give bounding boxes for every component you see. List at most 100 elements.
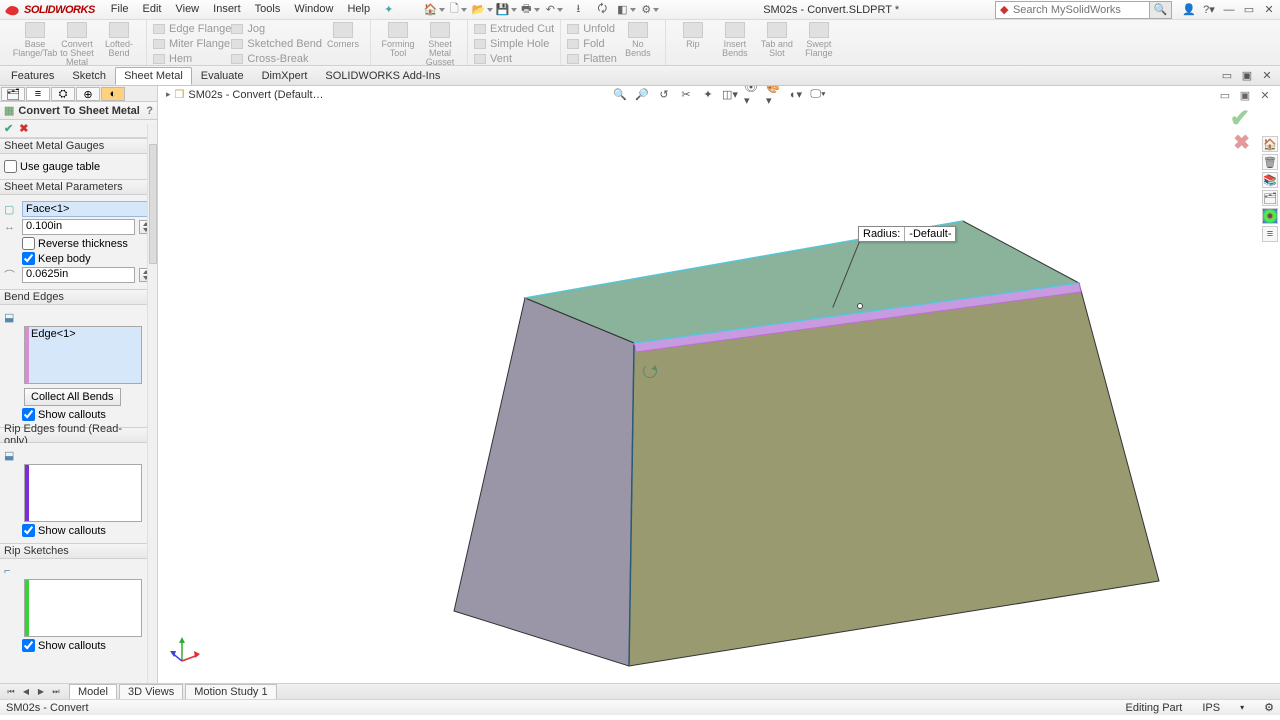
menu-help[interactable]: Help — [341, 1, 376, 18]
thickness-input[interactable]: 0.100in — [22, 219, 135, 235]
print-icon[interactable]: 🖶 — [521, 1, 539, 19]
doc-max-icon[interactable]: ▣ — [1240, 69, 1254, 83]
undo-icon[interactable]: ↶ — [545, 1, 563, 19]
unfold-button[interactable]: Unfold — [567, 22, 617, 36]
home-pane-icon[interactable]: 🏠 — [1262, 136, 1278, 152]
motion-study-tab[interactable]: Motion Study 1 — [185, 684, 276, 699]
doc-close-icon[interactable]: ✕ — [1260, 69, 1274, 83]
tab-dimxpert[interactable]: DimXpert — [253, 67, 317, 85]
radius-callout[interactable]: Radius: -Default- — [858, 226, 956, 242]
confirm-corner-ok[interactable]: ✔ — [1230, 104, 1250, 133]
collect-bends-button[interactable]: Collect All Bends — [24, 388, 121, 406]
vp-close-icon[interactable]: ✕ — [1258, 88, 1272, 102]
sketched-bend-button[interactable]: Sketched Bend — [231, 37, 322, 51]
forming-tool-button[interactable]: Forming Tool — [377, 20, 419, 58]
close-button[interactable]: ✕ — [1262, 3, 1276, 17]
tab-evaluate[interactable]: Evaluate — [192, 67, 253, 85]
corners-button[interactable]: Corners — [322, 20, 364, 49]
vp-tile-icon[interactable]: ▭ — [1218, 88, 1232, 102]
minimize-button[interactable]: — — [1222, 3, 1236, 17]
section-bend-header[interactable]: Bend Edges⌃ — [0, 289, 157, 305]
use-gauge-checkbox[interactable]: Use gauge table — [4, 160, 100, 173]
model-tab[interactable]: Model — [69, 684, 117, 699]
flyout-tree[interactable]: ▸ ❒ SM02s - Convert (Default… — [166, 88, 324, 101]
explorer-pane-icon[interactable]: 🗂 — [1262, 190, 1278, 206]
edge-flange-button[interactable]: Edge Flange — [153, 22, 231, 36]
hem-button[interactable]: Hem — [153, 52, 231, 66]
tab-sheet-metal[interactable]: Sheet Metal — [115, 67, 192, 85]
scene-icon[interactable]: ◐▾ — [788, 86, 804, 102]
tab-slot-button[interactable]: Tab and Slot — [756, 20, 798, 58]
sketch-show-callouts-checkbox[interactable]: Show callouts — [22, 639, 106, 652]
display-tab-icon[interactable]: ◐ — [101, 87, 125, 101]
property-tab-icon[interactable]: ≡ — [26, 87, 50, 101]
config-tab-icon[interactable]: ⛭ — [51, 87, 75, 101]
doc-min-icon[interactable]: ▭ — [1220, 69, 1234, 83]
home-icon[interactable]: 🏠 — [425, 1, 443, 19]
tab-nav-next-icon[interactable]: ▶ — [34, 685, 48, 699]
menu-file[interactable]: File — [105, 1, 135, 18]
settings-icon[interactable]: ⚙ — [641, 1, 659, 19]
status-units[interactable]: IPS — [1202, 702, 1220, 714]
new-icon[interactable]: 🗋 — [449, 1, 467, 19]
search-input[interactable] — [1013, 3, 1145, 17]
dimxpert-tab-icon[interactable]: ⊕ — [76, 87, 100, 101]
display-style-icon[interactable]: ◫▾ — [722, 86, 738, 102]
vp-max-icon[interactable]: ▣ — [1238, 88, 1252, 102]
search-box[interactable]: ◆ — [995, 1, 1150, 19]
menu-window[interactable]: Window — [288, 1, 339, 18]
options-icon[interactable]: ◧ — [617, 1, 635, 19]
feature-help-icon[interactable]: ? — [146, 105, 153, 117]
radius-input[interactable]: 0.0625in — [22, 267, 135, 283]
prev-view-icon[interactable]: ↺ — [656, 86, 672, 102]
appearance-icon[interactable]: 🎨▾ — [766, 86, 782, 102]
tab-addins[interactable]: SOLIDWORKS Add-Ins — [316, 67, 449, 85]
menu-edit[interactable]: Edit — [137, 1, 168, 18]
save-icon[interactable]: 💾 — [497, 1, 515, 19]
ok-button[interactable]: ✔ — [4, 122, 13, 135]
properties-pane-icon[interactable]: ≡ — [1262, 226, 1278, 242]
panel-scrollbar[interactable] — [147, 124, 157, 683]
tab-nav-first-icon[interactable]: ⏮ — [4, 685, 18, 699]
reverse-thickness-checkbox[interactable]: Reverse thickness — [22, 237, 128, 250]
bend-edges-list[interactable]: Edge<1> — [24, 326, 142, 384]
section-gauges-header[interactable]: Sheet Metal Gauges⌃ — [0, 138, 157, 154]
keep-body-checkbox[interactable]: Keep body — [22, 252, 91, 265]
rip-button[interactable]: Rip — [672, 20, 714, 49]
fold-button[interactable]: Fold — [567, 37, 617, 51]
tree-expand-icon[interactable]: ▸ — [166, 89, 171, 100]
extruded-cut-button[interactable]: Extruded Cut — [474, 22, 554, 36]
convert-sheetmetal-button[interactable]: Convert to Sheet Metal — [56, 20, 98, 67]
miter-flange-button[interactable]: Miter Flange — [153, 37, 231, 51]
zoom-area-icon[interactable]: 🔎 — [634, 86, 650, 102]
orientation-triad[interactable] — [170, 635, 200, 665]
tab-sketch[interactable]: Sketch — [63, 67, 115, 85]
model-view[interactable] — [158, 86, 1280, 683]
appearance-pane-icon[interactable]: ● — [1262, 208, 1278, 224]
section-rip-sketches-header[interactable]: Rip Sketches⌃ — [0, 543, 157, 559]
rebuild-icon[interactable]: 🗘 — [593, 1, 611, 19]
menu-view[interactable]: View — [169, 1, 205, 18]
lofted-bend-button[interactable]: Lofted-Bend — [98, 20, 140, 58]
library-pane-icon[interactable]: 📚 — [1262, 172, 1278, 188]
menu-insert[interactable]: Insert — [207, 1, 247, 18]
swept-flange-button[interactable]: Swept Flange — [798, 20, 840, 58]
flatten-button[interactable]: Flatten — [567, 52, 617, 66]
graphics-viewport[interactable]: ▸ ❒ SM02s - Convert (Default… 🔍 🔎 ↺ ✂ ✦ … — [158, 86, 1280, 683]
simple-hole-button[interactable]: Simple Hole — [474, 37, 554, 51]
gusset-button[interactable]: Sheet Metal Gusset — [419, 20, 461, 67]
cancel-button[interactable]: ✖ — [19, 122, 28, 135]
tab-nav-last-icon[interactable]: ⏭ — [49, 685, 63, 699]
select-icon[interactable]: ⭳ — [569, 1, 587, 19]
feature-tree-tab-icon[interactable]: 🗂 — [1, 87, 25, 101]
open-icon[interactable]: 📂 — [473, 1, 491, 19]
callout-value[interactable]: -Default- — [905, 227, 955, 241]
rip-edges-list[interactable] — [24, 464, 142, 522]
user-icon[interactable]: 👤 — [1182, 3, 1196, 17]
zoom-fit-icon[interactable]: 🔍 — [612, 86, 628, 102]
tab-features[interactable]: Features — [2, 67, 63, 85]
rip-sketches-list[interactable] — [24, 579, 142, 637]
insert-bends-button[interactable]: Insert Bends — [714, 20, 756, 58]
no-bends-button[interactable]: No Bends — [617, 20, 659, 58]
status-custom-icon[interactable]: ⚙ — [1264, 701, 1274, 714]
